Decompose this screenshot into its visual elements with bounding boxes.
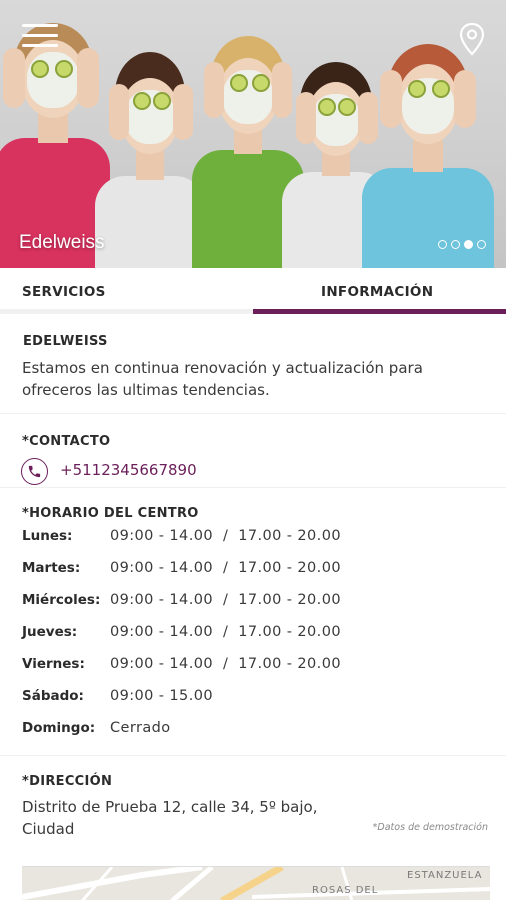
- location-map[interactable]: ROSAS DEL ESTANZUELA: [22, 866, 490, 900]
- tab-bar: SERVICIOS INFORMACIÓN: [0, 268, 506, 314]
- address-text: Distrito de Prueba 12, calle 34, 5º bajo…: [22, 798, 318, 838]
- schedule-day: Jueves:: [22, 624, 78, 640]
- map-pin-icon[interactable]: [458, 22, 486, 56]
- address-heading: *DIRECCIÓN: [22, 774, 113, 789]
- carousel-dot[interactable]: [477, 240, 486, 249]
- hours-section: *HORARIO DEL CENTRO Lunes: 09:00 - 14.00 …: [0, 488, 506, 756]
- hero-banner: Edelweiss: [0, 0, 506, 268]
- hero-photo-person: [0, 18, 110, 268]
- schedule-day: Sábado:: [22, 688, 84, 704]
- hero-photo-person: [362, 28, 494, 268]
- hero-photo-person: [95, 40, 205, 268]
- schedule-day: Martes:: [22, 560, 81, 576]
- tab-servicios[interactable]: SERVICIOS: [0, 268, 253, 314]
- address-section: *DIRECCIÓN Distrito de Prueba 12, calle …: [0, 756, 506, 866]
- map-label: ROSAS DEL: [312, 885, 379, 896]
- schedule-time: 09:00 - 14.00 / 17.00 - 20.00: [110, 592, 341, 608]
- phone-icon[interactable]: [21, 458, 48, 485]
- schedule-time: 09:00 - 14.00 / 17.00 - 20.00: [110, 560, 341, 576]
- about-text: Estamos en continua renovación y actuali…: [22, 359, 423, 399]
- carousel-dot[interactable]: [464, 240, 473, 249]
- phone-number-link[interactable]: +5112345667890: [60, 461, 197, 479]
- about-section: EDELWEISS Estamos en continua renovación…: [0, 314, 506, 414]
- schedule-time: Cerrado: [110, 720, 171, 736]
- schedule-time: 09:00 - 14.00 / 17.00 - 20.00: [110, 656, 341, 672]
- hero-title: Edelweiss: [19, 232, 105, 253]
- schedule-day: Lunes:: [22, 528, 73, 544]
- carousel-dot[interactable]: [438, 240, 447, 249]
- schedule-time: 09:00 - 15.00: [110, 688, 213, 704]
- schedule-day: Viernes:: [22, 656, 85, 672]
- about-heading: EDELWEISS: [23, 334, 108, 349]
- carousel-dot[interactable]: [451, 240, 460, 249]
- schedule-time: 09:00 - 14.00 / 17.00 - 20.00: [110, 528, 341, 544]
- contact-section: *CONTACTO +5112345667890: [0, 414, 506, 488]
- schedule-day: Miércoles:: [22, 592, 101, 608]
- info-content: EDELWEISS Estamos en continua renovación…: [0, 314, 506, 866]
- carousel-indicator[interactable]: [438, 240, 486, 249]
- schedule-time: 09:00 - 14.00 / 17.00 - 20.00: [110, 624, 341, 640]
- hamburger-menu-icon[interactable]: [22, 22, 58, 50]
- schedule-day: Domingo:: [22, 720, 96, 736]
- demo-data-note: *Datos de demostración: [372, 822, 488, 833]
- map-label: ESTANZUELA: [407, 870, 483, 881]
- contact-heading: *CONTACTO: [22, 434, 111, 449]
- hours-heading: *HORARIO DEL CENTRO: [22, 506, 199, 521]
- tab-label: INFORMACIÓN: [321, 284, 434, 300]
- tab-informacion[interactable]: INFORMACIÓN: [253, 268, 506, 314]
- tab-label: SERVICIOS: [22, 284, 106, 300]
